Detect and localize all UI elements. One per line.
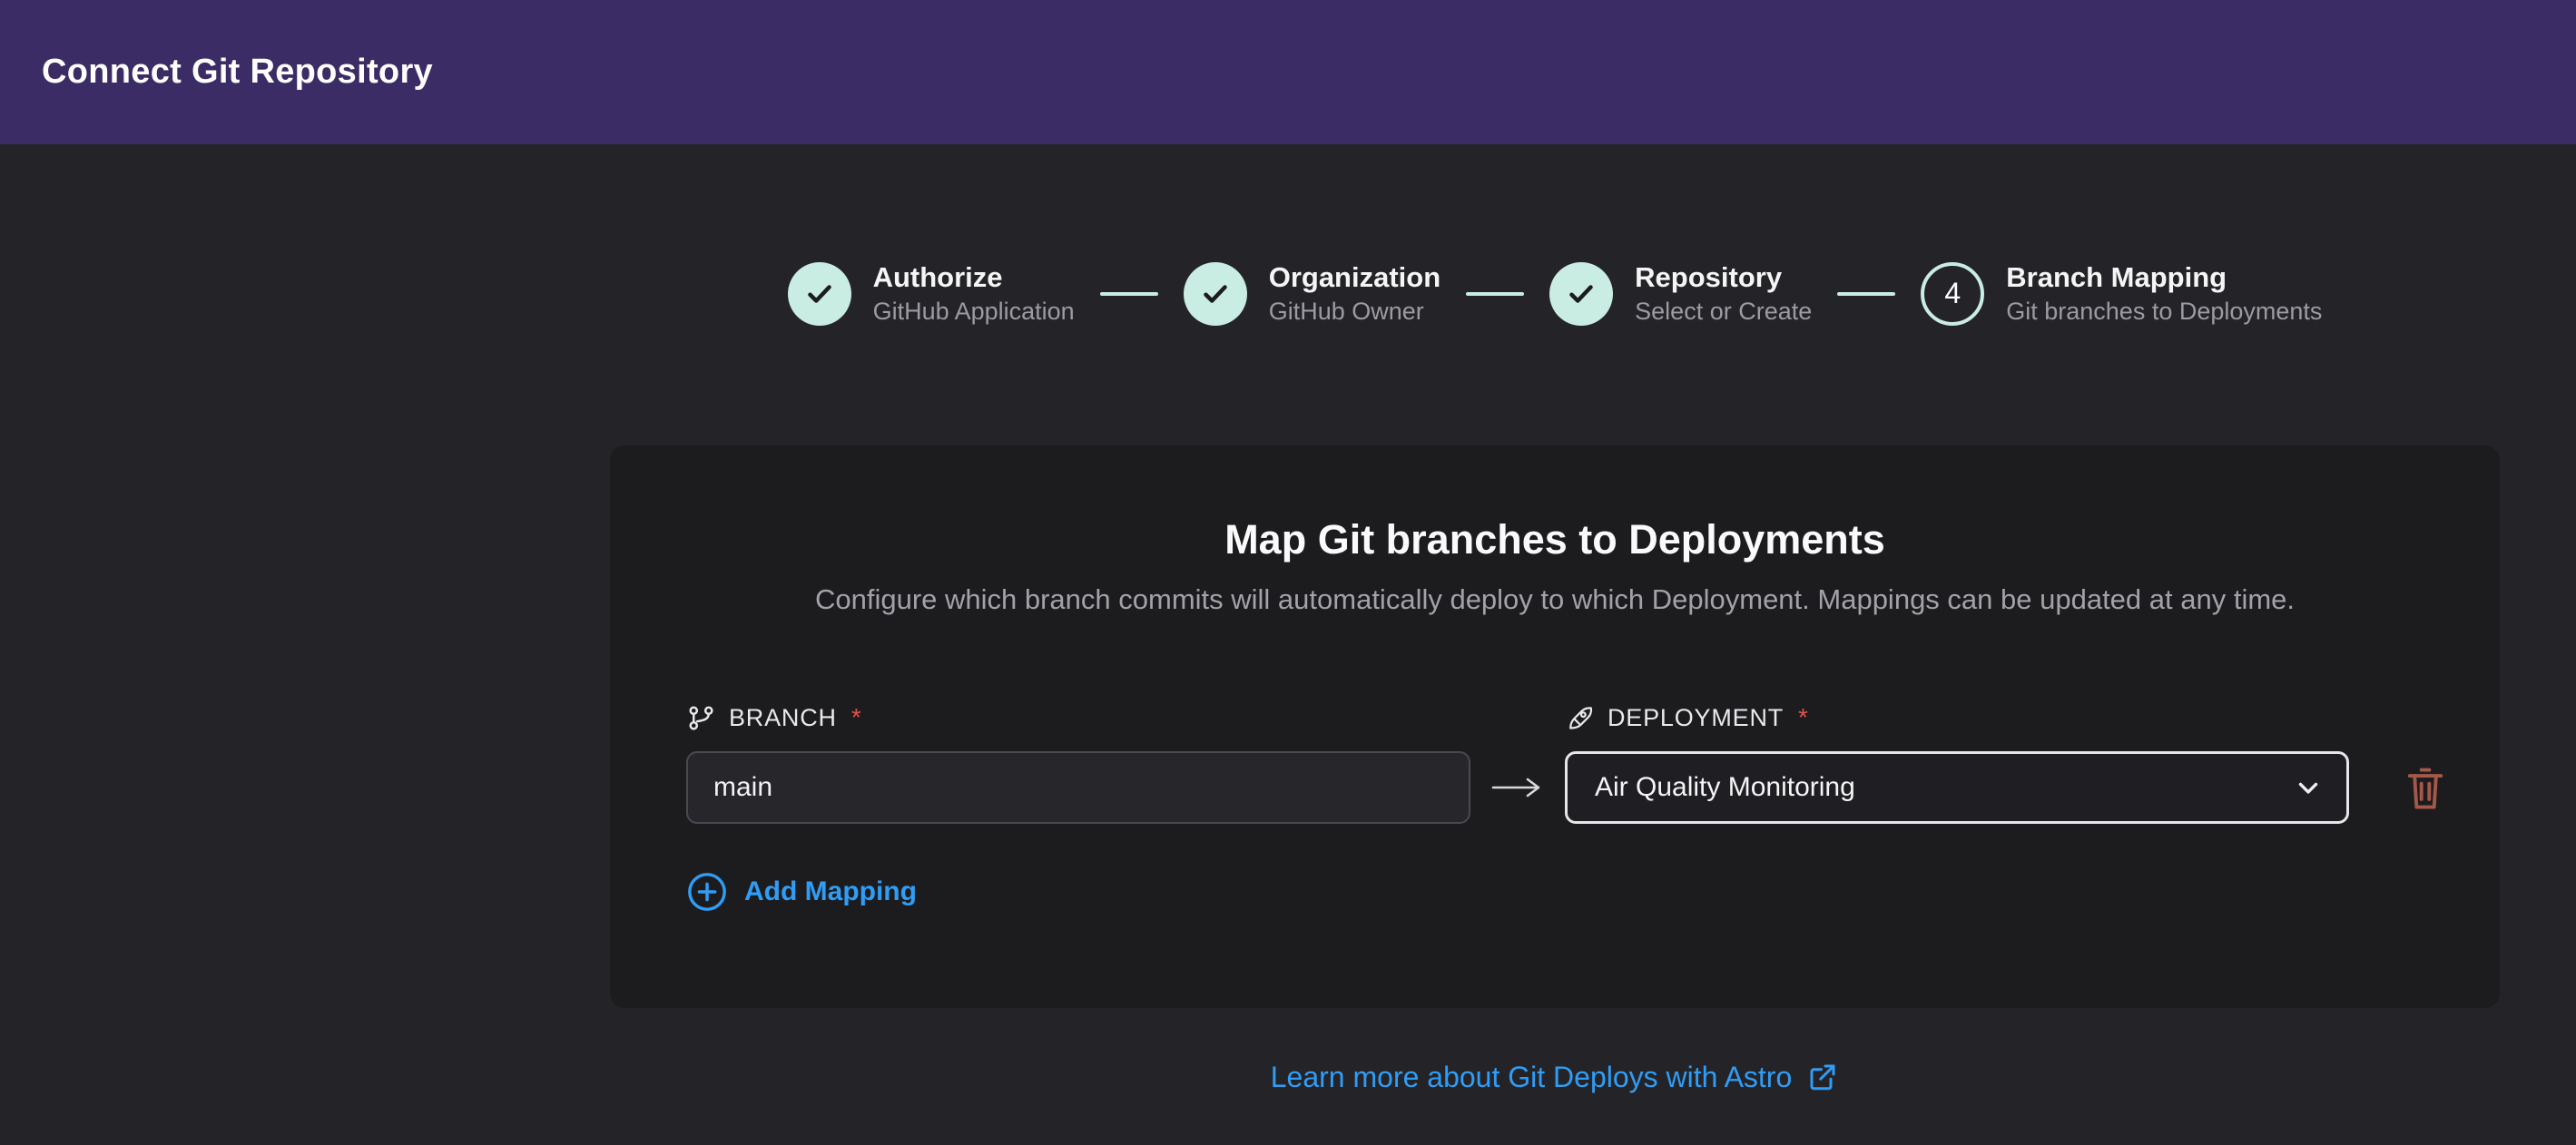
step-repository-indicator	[1549, 262, 1613, 326]
git-branch-icon	[686, 703, 716, 733]
check-icon	[1565, 278, 1598, 310]
plus-circle-icon	[686, 871, 728, 913]
main-content: Authorize GitHub Application Organizatio…	[610, 260, 2500, 1094]
learn-more-label: Learn more about Git Deploys with Astro	[1271, 1061, 1793, 1094]
step-branch-mapping-indicator: 4	[1921, 262, 1984, 326]
step-authorize-indicator	[788, 262, 851, 326]
step-repository[interactable]: Repository Select or Create	[1549, 260, 1812, 328]
deployment-label-text: DEPLOYMENT	[1608, 704, 1784, 732]
rocket-icon	[1565, 703, 1595, 733]
check-icon	[1199, 278, 1232, 310]
step-title: Branch Mapping	[2006, 260, 2322, 296]
step-subtitle: GitHub Owner	[1269, 296, 1440, 328]
delete-mapping-button[interactable]	[2396, 757, 2454, 818]
step-authorize[interactable]: Authorize GitHub Application	[788, 260, 1075, 328]
learn-more-link[interactable]: Learn more about Git Deploys with Astro	[1271, 1061, 1840, 1094]
page-title: Connect Git Repository	[42, 53, 433, 92]
card-subtitle: Configure which branch commits will auto…	[686, 583, 2424, 616]
step-subtitle: Git branches to Deployments	[2006, 296, 2322, 328]
deployment-select[interactable]: Air Quality Monitoring	[1565, 751, 2349, 824]
check-icon	[803, 278, 836, 310]
step-connector	[1100, 292, 1158, 296]
external-link-icon	[1806, 1061, 1839, 1093]
step-organization-indicator	[1184, 262, 1247, 326]
mapping-form: BRANCH * DEPLOYMENT *	[686, 703, 2424, 917]
step-number: 4	[1944, 277, 1961, 310]
branch-label-text: BRANCH	[729, 704, 837, 732]
arrow-right-icon	[1490, 774, 1546, 801]
step-subtitle: GitHub Application	[873, 296, 1075, 328]
add-mapping-label: Add Mapping	[744, 876, 917, 907]
branch-input[interactable]	[686, 751, 1470, 824]
step-connector	[1837, 292, 1895, 296]
trash-icon	[2402, 762, 2449, 813]
step-title: Authorize	[873, 260, 1075, 296]
step-branch-mapping: 4 Branch Mapping Git branches to Deploym…	[1921, 260, 2322, 328]
mapping-arrow	[1470, 774, 1565, 801]
app-header: Connect Git Repository	[0, 0, 2576, 144]
step-connector	[1466, 292, 1524, 296]
step-subtitle: Select or Create	[1635, 296, 1812, 328]
add-mapping-button[interactable]: Add Mapping	[686, 871, 917, 913]
branch-label: BRANCH *	[686, 703, 1470, 733]
mapping-row: Air Quality Monitoring	[686, 751, 2424, 824]
deployment-label: DEPLOYMENT *	[1565, 703, 2349, 733]
step-organization[interactable]: Organization GitHub Owner	[1184, 260, 1440, 328]
required-asterisk: *	[1798, 703, 1809, 732]
mapping-card: Map Git branches to Deployments Configur…	[610, 445, 2500, 1008]
card-title: Map Git branches to Deployments	[686, 516, 2424, 563]
required-asterisk: *	[851, 703, 862, 732]
step-title: Organization	[1269, 260, 1440, 296]
step-title: Repository	[1635, 260, 1812, 296]
stepper: Authorize GitHub Application Organizatio…	[610, 260, 2500, 328]
